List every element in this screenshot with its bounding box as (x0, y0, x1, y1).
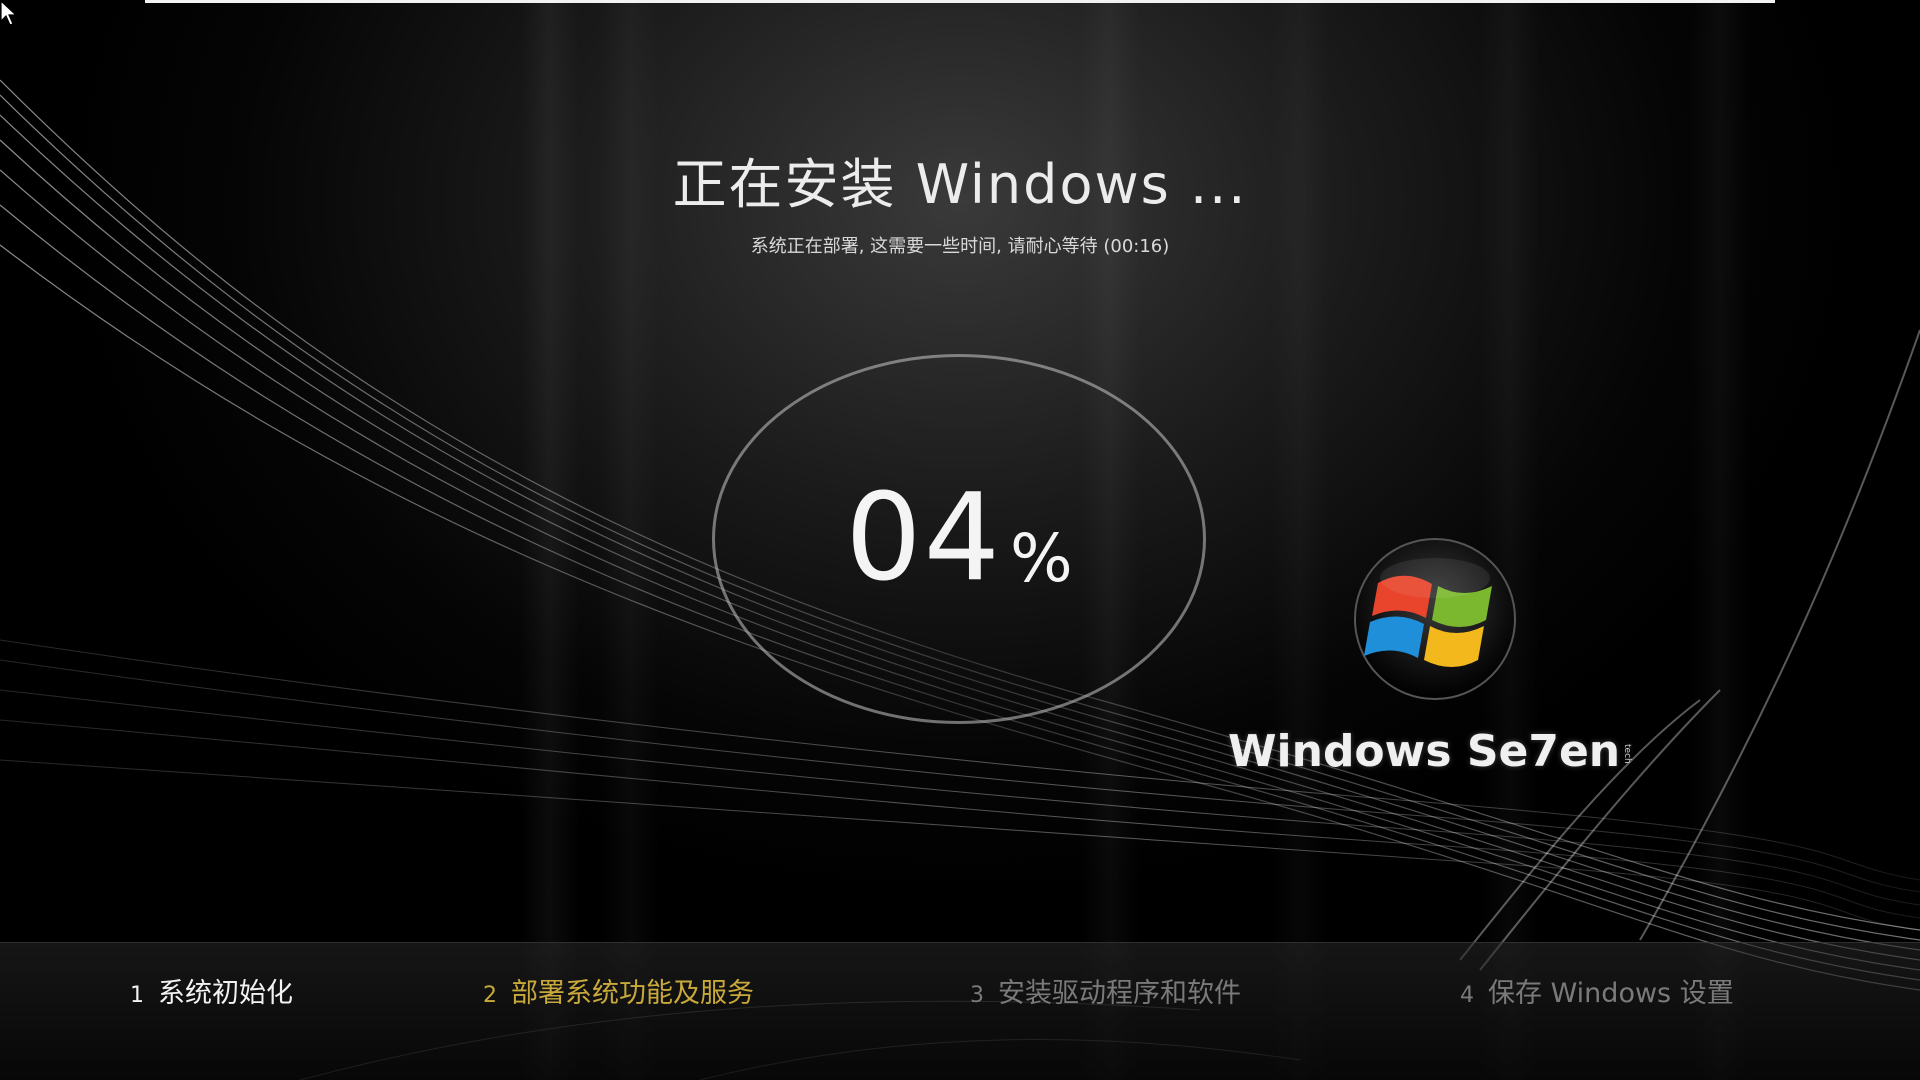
mouse-pointer-icon (0, 0, 18, 26)
progress-value: 04 (845, 469, 1002, 608)
step-save-settings: 4 保存 Windows 设置 (1460, 971, 1734, 1010)
steps-bar (0, 942, 1920, 1080)
step-install-drivers: 3 安装驱动程序和软件 (970, 971, 1241, 1010)
step-number: 1 (130, 983, 144, 1008)
step-label: 系统初始化 (158, 978, 293, 1009)
step-deploy-features: 2 部署系统功能及服务 (483, 971, 754, 1010)
status-subtitle: 系统正在部署, 这需要一些时间, 请耐心等待 (00:16) (750, 236, 1170, 257)
install-screen: 正在安装 Windows ... 系统正在部署, 这需要一些时间, 请耐心等待 … (0, 0, 1920, 1080)
progress-percent: 04 % (712, 354, 1206, 724)
step-label: 部署系统功能及服务 (511, 978, 754, 1009)
step-label: 安装驱动程序和软件 (998, 978, 1241, 1009)
progress-top-line (145, 0, 1775, 3)
page-title: 正在安装 Windows ... (672, 153, 1248, 216)
step-number: 2 (483, 983, 497, 1008)
step-system-init: 1 系统初始化 (130, 971, 293, 1010)
step-label: 保存 Windows 设置 (1488, 978, 1734, 1009)
step-number: 3 (970, 983, 984, 1008)
windows-flag-icon (1354, 538, 1516, 700)
brand-mark: tech (1622, 744, 1633, 764)
brand-wordmark: Windows Se7en tech (1228, 726, 1632, 777)
brand-name: Windows Se7en (1228, 726, 1621, 777)
step-number: 4 (1460, 983, 1474, 1008)
progress-unit: % (1009, 520, 1073, 597)
